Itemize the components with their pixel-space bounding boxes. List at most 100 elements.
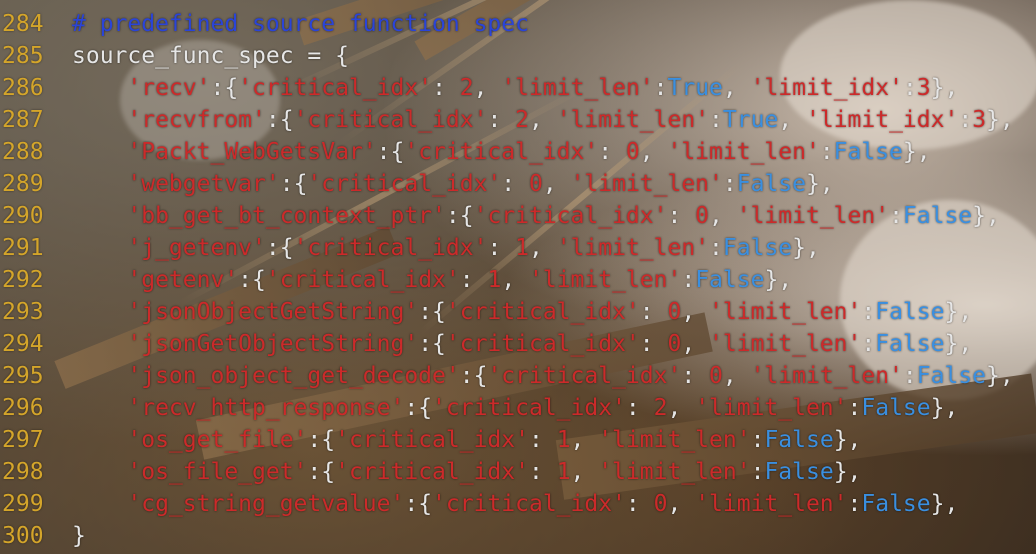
code-line[interactable]: 284 # predefined source function spec [0,8,1036,40]
code-token-str: 'limit_len' [709,299,862,325]
line-number: 294 [2,331,44,357]
code-token-plain: , [529,235,557,261]
code-token-str: 'os_get_file' [127,427,308,453]
line-number: 295 [2,363,44,389]
code-line[interactable]: 293 'jsonObjectGetString':{'critical_idx… [0,296,1036,328]
code-line[interactable]: 296 'recv_http_response':{'critical_idx'… [0,392,1036,424]
code-text[interactable]: 'bb_get_bt_context_ptr':{'critical_idx':… [72,200,999,232]
code-line[interactable]: 300} [0,520,1036,552]
code-text[interactable]: 'json_object_get_decode':{'critical_idx'… [72,360,1013,392]
code-text[interactable]: 'os_file_get':{'critical_idx': 1, 'limit… [72,456,861,488]
code-token-kw: True [722,107,779,133]
code-text[interactable]: } [72,520,86,552]
code-text[interactable]: 'recvfrom':{'critical_idx': 2, 'limit_le… [72,104,1013,136]
code-token-plain: : [501,171,529,197]
code-token-str: 'recvfrom' [127,107,266,133]
code-text[interactable]: 'os_get_file':{'critical_idx': 1, 'limit… [72,424,861,456]
code-line[interactable]: 290 'bb_get_bt_context_ptr':{'critical_i… [0,200,1036,232]
code-line[interactable]: 289 'webgetvar':{'critical_idx': 0, 'lim… [0,168,1036,200]
code-text[interactable]: 'webgetvar':{'critical_idx': 0, 'limit_l… [72,168,833,200]
code-token-plain: : [958,107,973,133]
code-token-plain: :{ [210,75,239,101]
code-token-kw: False [833,139,903,165]
code-text[interactable]: source_func_spec = { [72,40,349,72]
code-token-str: 'os_file_get' [127,459,308,485]
code-text[interactable]: 'recv':{'critical_idx': 2, 'limit_len':T… [72,72,958,104]
code-token-str: 'limit_len' [529,267,682,293]
code-line[interactable]: 297 'os_get_file':{'critical_idx': 1, 'l… [0,424,1036,456]
code-token-plain: : [889,203,903,229]
code-token-plain: : [819,139,834,165]
code-token-plain: , [722,363,751,389]
code-token-plain: : [625,491,654,517]
code-line[interactable]: 292 'getenv':{'critical_idx': 1, 'limit_… [0,264,1036,296]
code-token-kw: False [736,171,806,197]
code-text[interactable]: 'getenv':{'critical_idx': 1, 'limit_len'… [72,264,792,296]
code-token-str: 'limit_len' [598,427,751,453]
code-token-num: 3 [916,75,931,101]
code-text[interactable]: 'Packt_WebGetsVar':{'critical_idx': 0, '… [72,136,930,168]
code-token-plain: : [528,459,557,485]
code-line[interactable]: 299 'cg_string_getvalue':{'critical_idx'… [0,488,1036,520]
code-token-str: 'jsonGetObjectString' [127,331,419,357]
code-line[interactable]: 287 'recvfrom':{'critical_idx': 2, 'limi… [0,104,1036,136]
line-number: 290 [2,203,44,229]
line-number: 286 [2,75,44,101]
code-token-plain: }, [944,299,973,325]
code-token-kw: False [875,299,945,325]
code-line[interactable]: 291 'j_getenv':{'critical_idx': 1, 'limi… [0,232,1036,264]
code-token-plain: : [861,331,876,357]
code-token-plain: }, [792,235,820,261]
code-token-plain: , [681,299,710,325]
code-token-str: 'limit_len' [556,235,710,261]
code-token-plain: : [847,395,862,421]
line-number: 289 [2,171,44,197]
code-token-str: 'critical_idx' [432,395,626,421]
code-token-str: 'critical_idx' [238,75,433,101]
code-token-str: 'critical_idx' [404,139,599,165]
code-line[interactable]: 288 'Packt_WebGetsVar':{'critical_idx': … [0,136,1036,168]
line-number: 285 [2,43,44,69]
code-token-plain: : [750,427,765,453]
code-line[interactable]: 295 'json_object_get_decode':{'critical_… [0,360,1036,392]
code-token-kw: False [875,331,945,357]
code-token-str: 'critical_idx' [445,299,640,325]
code-text[interactable]: 'jsonObjectGetString':{'critical_idx': 0… [72,296,972,328]
code-token-str: 'recv_http_response' [127,395,405,421]
line-number: 298 [2,459,44,485]
code-token-plain: }, [944,331,973,357]
code-token-num: 0 [667,299,682,325]
code-token-str: 'bb_get_bt_context_ptr' [127,203,446,229]
code-token-str: 'critical_idx' [473,203,668,229]
code-token-str: 'limit_len' [667,139,820,165]
code-token-str: 'limit_len' [736,203,890,229]
code-token-kw: False [916,363,987,389]
code-text[interactable]: 'recv_http_response':{'critical_idx': 2,… [72,392,958,424]
code-token-plain: :{ [445,203,474,229]
code-token-num: 0 [709,363,723,389]
code-token-str: 'limit_len' [709,331,862,357]
code-line[interactable]: 286 'recv':{'critical_idx': 2, 'limit_le… [0,72,1036,104]
code-token-plain: : [847,491,862,517]
code-text[interactable]: 'j_getenv':{'critical_idx': 1, 'limit_le… [72,232,820,264]
code-token-kw: False [764,459,834,485]
code-text[interactable]: # predefined source function spec [72,8,529,40]
code-token-str: 'j_getenv' [127,235,266,261]
code-token-plain: : [681,363,710,389]
code-text[interactable]: 'jsonGetObjectString':{'critical_idx': 0… [72,328,972,360]
code-token-plain: :{ [376,139,405,165]
code-token-num: 1 [487,267,502,293]
code-line[interactable]: 298 'os_file_get':{'critical_idx': 1, 'l… [0,456,1036,488]
code-text[interactable]: 'cg_string_getvalue':{'critical_idx': 0,… [72,488,958,520]
code-token-plain: :{ [265,235,294,261]
code-line[interactable]: 285 source_func_spec = { [0,40,1036,72]
code-token-str: 'critical_idx' [487,363,682,389]
code-token-plain: : [902,75,917,101]
code-token-str: 'critical_idx' [293,107,488,133]
code-token-str: 'recv' [127,75,211,101]
code-line[interactable]: 294 'jsonGetObjectString':{'critical_idx… [0,328,1036,360]
code-editor[interactable]: 284 # predefined source function spec 285 s… [0,0,1036,554]
